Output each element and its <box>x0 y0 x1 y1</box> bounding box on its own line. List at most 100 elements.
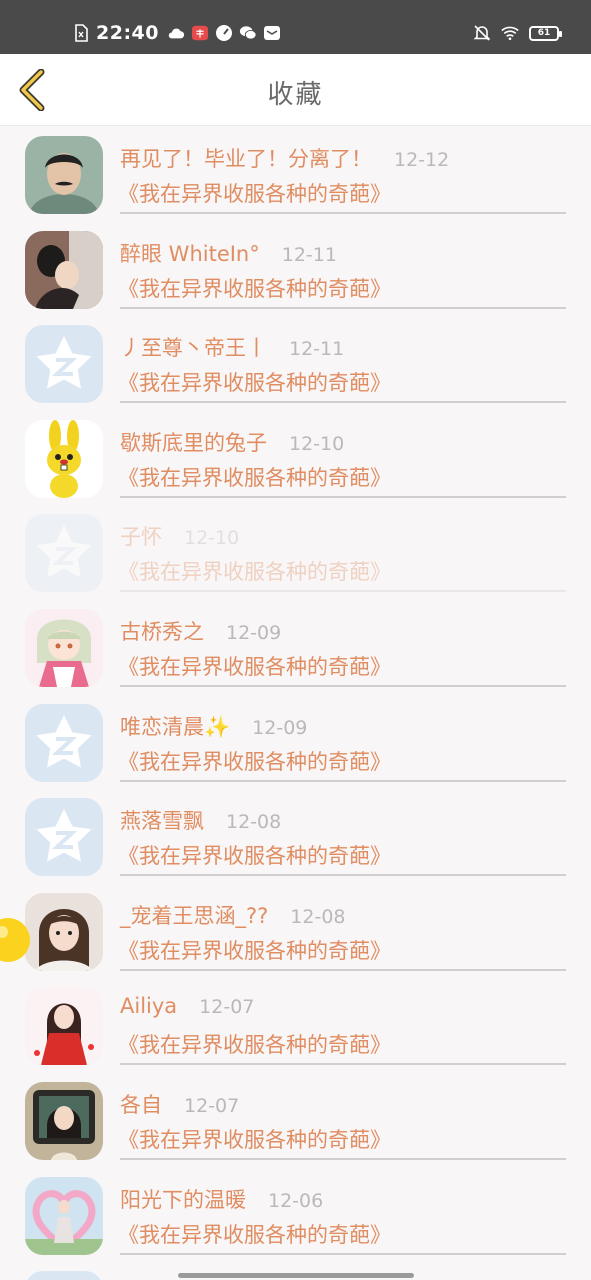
battery-level: 61 <box>537 28 551 38</box>
wechat-icon <box>239 26 257 40</box>
user-name[interactable]: 古桥秀之 <box>120 616 204 646</box>
favorite-date: 12-07 <box>199 996 255 1019</box>
user-name[interactable]: 阳光下的温暖 <box>120 1184 246 1214</box>
battery-icon: 61 <box>529 25 562 41</box>
user-name[interactable]: 燕落雪飘 <box>120 805 204 835</box>
book-title[interactable]: 《我在异界收服各种的奇葩》 <box>118 178 391 208</box>
divider <box>120 968 566 971</box>
user-name[interactable]: 各自 <box>120 1089 162 1119</box>
boy-with-mustache-avatar[interactable] <box>25 136 103 214</box>
book-title[interactable]: 《我在异界收服各种的奇葩》 <box>118 840 391 870</box>
divider <box>120 495 566 498</box>
default-qzone-avatar <box>25 1271 103 1280</box>
row-header: 唯恋清晨✨ 12-09 <box>120 711 307 741</box>
favorite-row[interactable]: _宠着王思涵_?? 12-08 《我在异界收服各种的奇葩》 <box>0 884 591 979</box>
favorite-date: 12-08 <box>226 811 282 834</box>
status-left: 22:40 <box>72 19 281 47</box>
book-title[interactable]: 《我在异界收服各种的奇葩》 <box>118 1219 391 1249</box>
divider <box>120 684 566 687</box>
favorite-row[interactable]: Ailiya 12-07 《我在异界收服各种的奇葩》 <box>0 978 591 1073</box>
book-title[interactable]: 《我在异界收服各种的奇葩》 <box>118 462 391 492</box>
favorite-date: 12-09 <box>226 621 282 644</box>
wifi-icon <box>501 26 519 41</box>
row-header: 再见了！毕业了！分离了！ 12-12 <box>120 143 449 173</box>
favorite-row[interactable]: 子怀 12-10 《我在异界收服各种的奇葩》 <box>0 505 591 600</box>
favorite-row[interactable]: 燕落雪飘 12-08 《我在异界收服各种的奇葩》 <box>0 789 591 884</box>
book-title[interactable]: 《我在异界收服各种的奇葩》 <box>118 1029 391 1059</box>
user-name[interactable]: 歇斯底里的兔子 <box>120 427 267 457</box>
favorite-row[interactable]: 歇斯底里的兔子 12-10 《我在异界收服各种的奇葩》 <box>0 411 591 506</box>
home-indicator[interactable] <box>178 1273 414 1278</box>
divider <box>120 779 566 782</box>
divider <box>120 1252 566 1255</box>
book-title[interactable]: 《我在异界收服各种的奇葩》 <box>118 935 391 965</box>
divider <box>120 874 566 877</box>
divider <box>120 212 566 214</box>
divider <box>120 590 566 593</box>
favorite-date: 12-11 <box>289 338 345 361</box>
speedometer-icon <box>215 25 232 41</box>
favorite-row[interactable]: 丿至尊丶帝王丨 12-11 《我在异界收服各种的奇葩》 <box>0 316 591 411</box>
divider <box>120 306 566 309</box>
mute-bell-icon <box>473 25 491 41</box>
yellow-rabbit-avatar[interactable] <box>25 419 103 498</box>
book-title[interactable]: 《我在异界收服各种的奇葩》 <box>118 651 391 681</box>
favorite-date: 12-12 <box>394 149 450 171</box>
message-icon <box>263 26 280 40</box>
floating-assistant-icon[interactable] <box>0 916 36 966</box>
favorite-date: 12-11 <box>281 243 337 266</box>
default-qzone-avatar[interactable] <box>25 798 103 877</box>
user-name[interactable]: _宠着王思涵_?? <box>120 900 268 930</box>
status-right: 61 <box>473 19 562 47</box>
favorite-row[interactable]: 唯恋清晨✨ 12-09 《我在异界收服各种的奇葩》 <box>0 695 591 790</box>
row-header: 各自 12-07 <box>120 1089 239 1119</box>
favorite-row[interactable]: 再见了！毕业了！分离了！ 12-12 《我在异界收服各种的奇葩》 <box>0 127 591 222</box>
book-title[interactable]: 《我在异界收服各种的奇葩》 <box>118 556 391 586</box>
divider <box>120 1063 566 1066</box>
user-name[interactable]: 醉眼 WhiteIn° <box>120 238 260 268</box>
page-title: 收藏 <box>267 80 324 110</box>
favorite-row[interactable]: 醉眼 WhiteIn° 12-11 《我在异界收服各种的奇葩》 <box>0 222 591 317</box>
row-header: 燕落雪飘 12-08 <box>120 805 281 835</box>
user-name[interactable]: 子怀 <box>120 521 162 551</box>
default-qzone-avatar[interactable] <box>25 514 103 593</box>
girl-portrait-avatar[interactable] <box>25 892 103 971</box>
user-name[interactable]: Ailiya <box>120 994 177 1018</box>
user-name[interactable]: 再见了！毕业了！分离了！ <box>120 143 372 173</box>
favorite-date: 12-06 <box>268 1189 324 1212</box>
row-header: Ailiya 12-07 <box>120 994 254 1024</box>
favorite-row[interactable]: 古桥秀之 12-09 《我在异界收服各种的奇葩》 <box>0 600 591 695</box>
favorite-date: 12-09 <box>252 716 308 739</box>
sim-card-icon <box>75 24 88 42</box>
user-name[interactable]: 丿至尊丶帝王丨 <box>120 332 267 362</box>
favorite-row[interactable]: 阳光下的温暖 12-06 《我在异界收服各种的奇葩》 <box>0 1168 591 1263</box>
row-header: 子怀 12-10 <box>120 521 239 551</box>
app-badge-icon <box>191 25 209 41</box>
row-header: 丿至尊丶帝王丨 12-11 <box>120 332 344 362</box>
row-header: 歇斯底里的兔子 12-10 <box>120 427 344 457</box>
favorite-date: 12-07 <box>184 1094 240 1117</box>
anime-girl-avatar[interactable] <box>25 608 103 687</box>
default-qzone-avatar[interactable] <box>25 325 103 404</box>
girl-tv-frame-avatar[interactable] <box>25 1081 103 1160</box>
book-title[interactable]: 《我在异界收服各种的奇葩》 <box>118 273 391 303</box>
girl-heart-arch-avatar[interactable] <box>25 1176 103 1255</box>
row-header: _宠着王思涵_?? 12-08 <box>120 900 346 930</box>
book-title[interactable]: 《我在异界收服各种的奇葩》 <box>118 1124 391 1154</box>
favorite-date: 12-08 <box>290 905 346 928</box>
favorite-date: 12-10 <box>184 527 240 550</box>
favorite-row[interactable]: 各自 12-07 《我在异界收服各种的奇葩》 <box>0 1073 591 1168</box>
user-name[interactable]: 唯恋清晨✨ <box>120 711 230 741</box>
default-qzone-avatar[interactable] <box>25 703 103 782</box>
row-header: 阳光下的温暖 12-06 <box>120 1184 323 1214</box>
girl-red-dress-avatar[interactable] <box>25 987 103 1066</box>
book-title[interactable]: 《我在异界收服各种的奇葩》 <box>118 367 391 397</box>
status-bar: 22:40 61 <box>0 0 591 54</box>
row-header: 古桥秀之 12-09 <box>120 616 281 646</box>
row-header: 醉眼 WhiteIn° 12-11 <box>120 238 337 268</box>
book-title[interactable]: 《我在异界收服各种的奇葩》 <box>118 746 391 776</box>
divider <box>120 1157 566 1160</box>
couple-photo-avatar[interactable] <box>25 230 103 309</box>
top-nav-bar: 收藏 <box>0 54 591 126</box>
favorites-list: 再见了！毕业了！分离了！ 12-12 《我在异界收服各种的奇葩》 醉眼 Whit… <box>0 127 591 1280</box>
